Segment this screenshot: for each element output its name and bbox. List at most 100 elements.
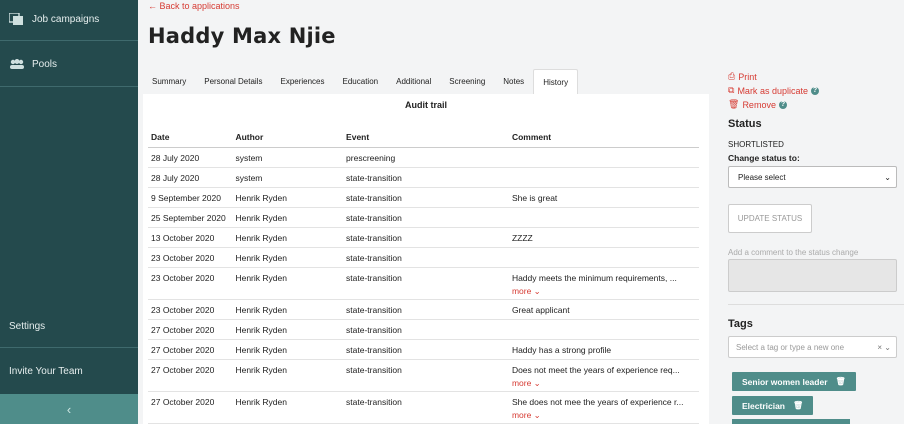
- status-select[interactable]: Please select ⌄: [728, 166, 897, 188]
- table-row: 28 July 2020 system state-transition: [148, 167, 699, 188]
- printer-icon: ⎙: [728, 71, 736, 81]
- chevron-down-icon: ⌄: [531, 377, 541, 388]
- tab-personal-details[interactable]: Personal Details: [195, 69, 271, 94]
- table-row: 27 October 2020 Henrik Ryden state-transit…: [148, 339, 699, 360]
- more-label: more: [511, 285, 532, 296]
- cell-author: Henrik Ryden: [232, 319, 344, 340]
- sidebar-item-job-campaigns[interactable]: Job campaigns: [0, 10, 138, 28]
- cell-event: prescreening: [343, 147, 509, 168]
- cell-event: state-transition: [343, 227, 509, 248]
- help-icon[interactable]: ?: [778, 100, 787, 109]
- remove-label: Remove: [742, 99, 776, 110]
- cell-comment: [508, 167, 699, 188]
- tag-label: Electrician: [742, 400, 785, 411]
- cell-event: state-transition: [343, 359, 509, 392]
- remove-link[interactable]: 🗑 Remove ?: [728, 99, 787, 110]
- comment-text: She does not mee the years of experience…: [511, 396, 684, 407]
- more-label: more: [511, 377, 532, 388]
- cell-comment: [508, 247, 699, 268]
- page-title: Haddy Max Njie: [148, 24, 336, 48]
- more-link[interactable]: more ⌄: [512, 410, 696, 421]
- audit-trail-title: Audit trail: [405, 100, 447, 110]
- cell-comment: [508, 319, 699, 340]
- print-label: Print: [738, 71, 757, 82]
- tag-chip[interactable]: Electrician 🗑: [732, 396, 814, 415]
- cell-event: state-transition: [343, 167, 509, 188]
- sidebar-divider: [0, 86, 138, 87]
- cell-date: 27 October 2020: [148, 339, 233, 360]
- status-title: Status: [728, 118, 762, 130]
- cell-date: 27 October 2020: [148, 359, 233, 392]
- cell-comment: Haddy meets the minimum requirements, ..…: [508, 267, 699, 300]
- cell-date: 27 October 2020: [148, 319, 233, 340]
- history-panel: Audit trail Date Author Event Comment 28…: [143, 94, 709, 424]
- sidebar-item-label: Job campaigns: [32, 13, 100, 25]
- table-row: 9 September 2020 Henrik Ryden state-transi…: [148, 187, 699, 208]
- cell-comment: [508, 207, 699, 228]
- cell-event: state-transition: [343, 319, 509, 340]
- table-row: 13 October 2020 Henrik Ryden state-transit…: [148, 227, 699, 248]
- back-to-applications-link[interactable]: ← Back to applications: [148, 1, 240, 11]
- mark-duplicate-label: Mark as duplicate: [737, 85, 808, 96]
- tab-bar: Summary Personal Details Experiences Edu…: [143, 69, 579, 94]
- print-link[interactable]: ⎙ Print: [728, 71, 757, 82]
- tab-history[interactable]: History: [533, 69, 579, 94]
- table-row: 23 October 2020 Henrik Ryden state-transit…: [148, 247, 699, 268]
- status-comment-label: Add a comment to the status change: [728, 248, 859, 257]
- tab-screening[interactable]: Screening: [440, 69, 494, 94]
- tab-additional[interactable]: Additional: [387, 69, 440, 94]
- trash-icon[interactable]: 🗑: [836, 377, 846, 386]
- chevron-down-icon: ⌄: [531, 285, 541, 296]
- tag-input[interactable]: Select a tag or type a new one × ⌄: [728, 336, 897, 358]
- trash-icon[interactable]: 🗑: [793, 401, 803, 410]
- cell-author: Henrik Ryden: [232, 187, 344, 208]
- tab-notes[interactable]: Notes: [494, 69, 533, 94]
- tag-chip[interactable]: Senior women leader 🗑: [732, 372, 856, 391]
- comment-text: Great applicant: [511, 304, 570, 315]
- chevron-left-icon: ‹: [66, 401, 72, 417]
- table-row: 27 October 2020 Henrik Ryden state-transit…: [148, 391, 699, 424]
- more-link[interactable]: more ⌄: [512, 286, 696, 297]
- cell-comment: [508, 147, 699, 168]
- comment-text: She is great: [511, 192, 558, 203]
- sidebar-item-label: Settings: [9, 320, 46, 332]
- table-header-row: Date Author Event Comment: [148, 128, 699, 148]
- people-icon: [10, 58, 24, 69]
- table-row: 27 October 2020 Henrik Ryden state-transit…: [148, 359, 699, 392]
- cell-event: state-transition: [343, 187, 509, 208]
- current-status: SHORTLISTED: [728, 140, 784, 149]
- chevron-down-icon: ⌄: [531, 409, 541, 420]
- cell-comment: ZZZZ: [508, 227, 699, 248]
- tab-education[interactable]: Education: [334, 69, 388, 94]
- comment-text: Haddy has a strong profile: [511, 344, 612, 355]
- audit-table-body: 28 July 2020 system prescreening 28 July 20…: [148, 147, 699, 424]
- tag-chip-partial[interactable]: [732, 419, 850, 424]
- update-status-button[interactable]: UPDATE STATUS: [728, 204, 812, 233]
- more-link[interactable]: more ⌄: [512, 378, 696, 389]
- sidebar-item-label: Invite Your Team: [9, 365, 83, 377]
- cell-author: system: [232, 167, 344, 188]
- sidebar-item-settings[interactable]: Settings: [0, 318, 138, 334]
- right-panel: ⎙ Print ⧉ Mark as duplicate ? 🗑 Remove ?…: [728, 0, 904, 424]
- change-status-label: Change status to:: [728, 153, 800, 163]
- cell-date: 13 October 2020: [148, 227, 233, 248]
- cell-date: 25 September 2020: [148, 207, 233, 228]
- cell-comment: She does not mee the years of experience…: [508, 391, 699, 424]
- sidebar-collapse-button[interactable]: ‹: [0, 394, 138, 424]
- cell-date: 23 October 2020: [148, 299, 233, 320]
- sidebar-item-pools[interactable]: Pools: [0, 56, 138, 72]
- cell-date: 28 July 2020: [148, 167, 233, 188]
- help-icon[interactable]: ?: [810, 86, 819, 95]
- sidebar-item-invite-team[interactable]: Invite Your Team: [0, 363, 138, 379]
- cell-date: 23 October 2020: [148, 247, 233, 268]
- table-row: 25 September 2020 Henrik Ryden state-trans…: [148, 207, 699, 228]
- status-comment-field[interactable]: [728, 259, 897, 292]
- cell-author: Henrik Ryden: [232, 359, 344, 392]
- comment-text: Haddy meets the minimum requirements, ..…: [511, 272, 677, 283]
- column-header-comment: Comment: [508, 128, 699, 148]
- cell-author: Henrik Ryden: [232, 299, 344, 320]
- mark-duplicate-link[interactable]: ⧉ Mark as duplicate ?: [728, 85, 819, 96]
- cell-event: state-transition: [343, 391, 509, 424]
- tab-experiences[interactable]: Experiences: [271, 69, 333, 94]
- tab-summary[interactable]: Summary: [143, 69, 195, 94]
